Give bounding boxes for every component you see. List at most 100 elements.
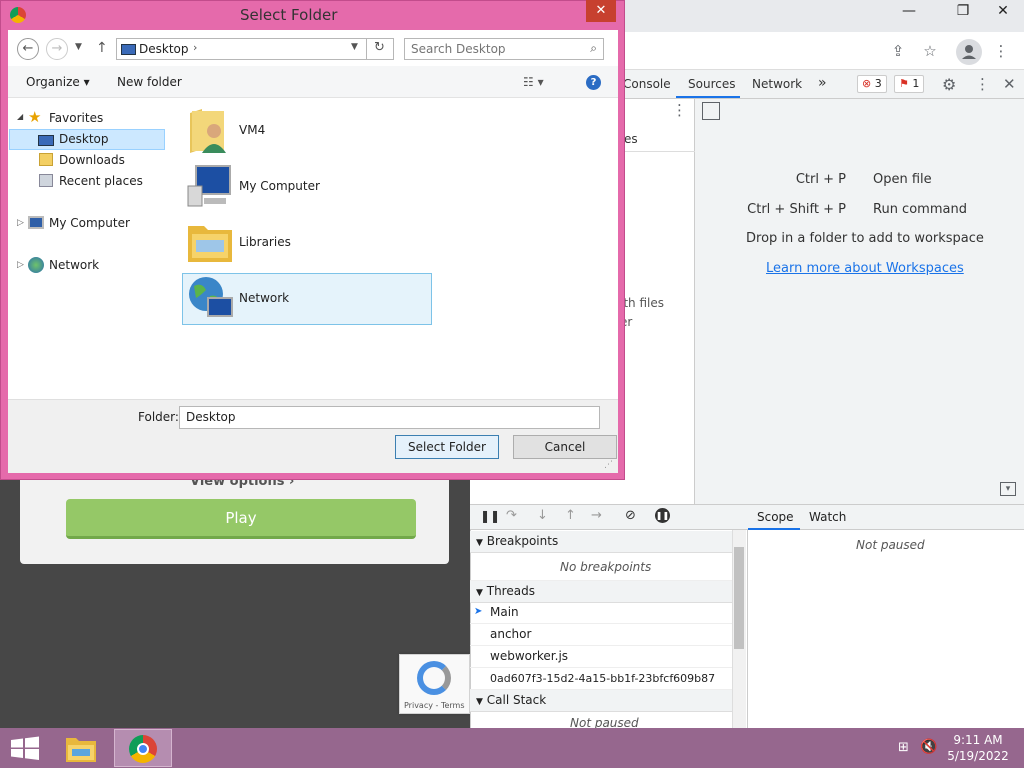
share-icon[interactable]: ⇪ — [885, 40, 911, 62]
resize-grip-icon[interactable]: ⋰ — [604, 460, 613, 470]
my-computer-icon — [28, 216, 44, 229]
close-devtools-icon[interactable]: ✕ — [1003, 75, 1016, 93]
tree-downloads[interactable]: Downloads — [59, 150, 125, 170]
select-folder-button[interactable]: Select Folder — [395, 435, 499, 459]
search-box[interactable]: ⌕ — [404, 38, 604, 60]
up-icon[interactable]: ↑ — [96, 40, 108, 56]
collapse-icon[interactable]: ◢ — [17, 112, 23, 121]
windows-logo-icon — [11, 736, 39, 760]
file-explorer-taskbar-icon[interactable] — [64, 734, 98, 764]
threads-section[interactable]: ▼ Threads — [470, 581, 732, 603]
back-icon[interactable]: ← — [17, 38, 39, 60]
new-folder-button[interactable]: New folder — [117, 75, 182, 89]
expand-icon[interactable]: ▷ — [17, 260, 24, 270]
network-tray-icon[interactable]: ⊞ — [898, 740, 909, 755]
path-segment[interactable]: Desktop — [139, 42, 189, 56]
callstack-section[interactable]: ▼ Call Stack — [470, 690, 732, 712]
more-tabs-icon[interactable]: » — [818, 75, 827, 91]
navigator-menu-icon[interactable]: ⋮ — [672, 101, 687, 119]
kebab-menu-icon[interactable]: ⋮ — [988, 40, 1014, 62]
callstack-status: Not paused — [570, 716, 639, 728]
scrollbar-thumb[interactable] — [734, 547, 744, 649]
breakpoints-section[interactable]: ▼ Breakpoints — [470, 531, 732, 553]
step-icon[interactable]: → — [591, 508, 602, 523]
tab-network[interactable]: Network — [752, 77, 802, 91]
issues-badge[interactable]: ⚑ 1 — [894, 75, 925, 93]
step-over-icon[interactable]: ↷ — [506, 508, 517, 523]
step-out-icon[interactable]: ↑ — [565, 508, 576, 523]
tab-scope[interactable]: Scope — [757, 510, 794, 524]
expand-icon: ▼ — [476, 588, 483, 598]
profile-avatar[interactable] — [956, 39, 982, 65]
shortcut-key: Ctrl + P — [795, 172, 846, 187]
close-window-icon[interactable]: ✕ — [980, 0, 1024, 24]
recent-locations-icon[interactable]: ▼ — [75, 42, 82, 52]
toggle-sidebar-icon[interactable] — [702, 102, 720, 120]
expand-icon[interactable]: ▷ — [17, 218, 24, 228]
scope-tab-indicator — [748, 528, 800, 530]
start-button[interactable] — [0, 728, 50, 768]
navigator-tab-partial[interactable]: es — [624, 132, 638, 146]
refresh-button[interactable]: ↻ — [366, 38, 394, 60]
star-icon[interactable]: ☆ — [917, 40, 943, 62]
path-bar[interactable]: Desktop › ▼ — [116, 38, 394, 60]
thread-item[interactable]: Main — [470, 602, 732, 624]
file-item-libraries[interactable]: Libraries — [239, 235, 291, 249]
organize-menu[interactable]: Organize ▾ — [26, 75, 90, 89]
scope-status: Not paused — [856, 538, 925, 552]
tree-network[interactable]: Network — [49, 255, 99, 275]
devtools-kebab-icon[interactable]: ⋮ — [975, 75, 990, 93]
tab-sources[interactable]: Sources — [688, 77, 735, 91]
recaptcha-badge[interactable]: Privacy - Terms — [399, 654, 470, 714]
search-icon[interactable]: ⌕ — [590, 41, 597, 56]
pause-on-exceptions-icon[interactable]: ❚❚ — [655, 508, 670, 523]
tree-recent-places[interactable]: Recent places — [59, 171, 143, 191]
tree-desktop[interactable]: Desktop — [59, 129, 109, 149]
forward-icon[interactable]: → — [46, 38, 68, 60]
chrome-icon — [10, 7, 26, 23]
file-item-network[interactable]: Network — [239, 291, 289, 305]
minimize-icon[interactable]: — — [886, 0, 932, 24]
recaptcha-links[interactable]: Privacy - Terms — [404, 701, 465, 710]
network-globe-icon — [186, 274, 234, 322]
star-favorites-icon: ★ — [28, 108, 42, 126]
folder-label: Folder: — [138, 410, 179, 424]
expand-icon: ▼ — [476, 697, 483, 707]
help-icon[interactable]: ? — [586, 75, 601, 90]
recent-places-icon — [39, 174, 53, 187]
shortcut-desc: Open file — [873, 172, 932, 187]
step-into-icon[interactable]: ↓ — [537, 508, 548, 523]
thread-item[interactable]: 0ad607f3-15d2-4a15-bb1f-23bfcf609b87 — [470, 668, 732, 690]
thread-item[interactable]: webworker.js — [470, 646, 732, 668]
toggle-debugger-icon[interactable]: ▾ — [1000, 482, 1016, 496]
view-icon[interactable]: ☷ ▾ — [523, 75, 544, 89]
chrome-taskbar-icon — [129, 735, 157, 763]
error-count: 3 — [874, 77, 882, 90]
play-button[interactable]: Play — [66, 499, 416, 539]
gear-icon[interactable]: ⚙ — [942, 75, 956, 94]
tree-my-computer[interactable]: My Computer — [49, 213, 130, 233]
tab-watch[interactable]: Watch — [809, 510, 846, 524]
file-item-my-computer[interactable]: My Computer — [239, 179, 320, 193]
path-dropdown-icon[interactable]: ▼ — [351, 42, 358, 52]
workspaces-link[interactable]: Learn more about Workspaces — [766, 261, 964, 276]
search-input[interactable] — [405, 39, 575, 59]
volume-muted-icon[interactable]: 🔇 — [920, 739, 937, 755]
system-clock[interactable]: 9:11 AM 5/19/2022 — [946, 732, 1010, 764]
active-tab-indicator — [676, 96, 740, 98]
file-item-vm4[interactable]: VM4 — [239, 123, 265, 137]
pause-icon[interactable]: ❚❚ — [480, 509, 500, 523]
cancel-button[interactable]: Cancel — [513, 435, 617, 459]
path-chevron-icon[interactable]: › — [193, 41, 197, 54]
breakpoints-header: Breakpoints — [486, 534, 559, 548]
dialog-close-button[interactable]: ✕ — [586, 0, 616, 22]
thread-item[interactable]: anchor — [470, 624, 732, 646]
deactivate-breakpoints-icon[interactable]: ⊘ — [625, 508, 636, 523]
downloads-icon — [39, 153, 53, 166]
folder-name-input[interactable]: Desktop — [179, 406, 600, 429]
user-folder-icon — [186, 105, 230, 155]
tree-favorites[interactable]: Favorites — [49, 108, 103, 128]
tab-console[interactable]: Console — [623, 77, 671, 91]
chrome-taskbar-button[interactable] — [114, 729, 172, 767]
error-badge[interactable]: ⊗ 3 — [857, 75, 887, 93]
